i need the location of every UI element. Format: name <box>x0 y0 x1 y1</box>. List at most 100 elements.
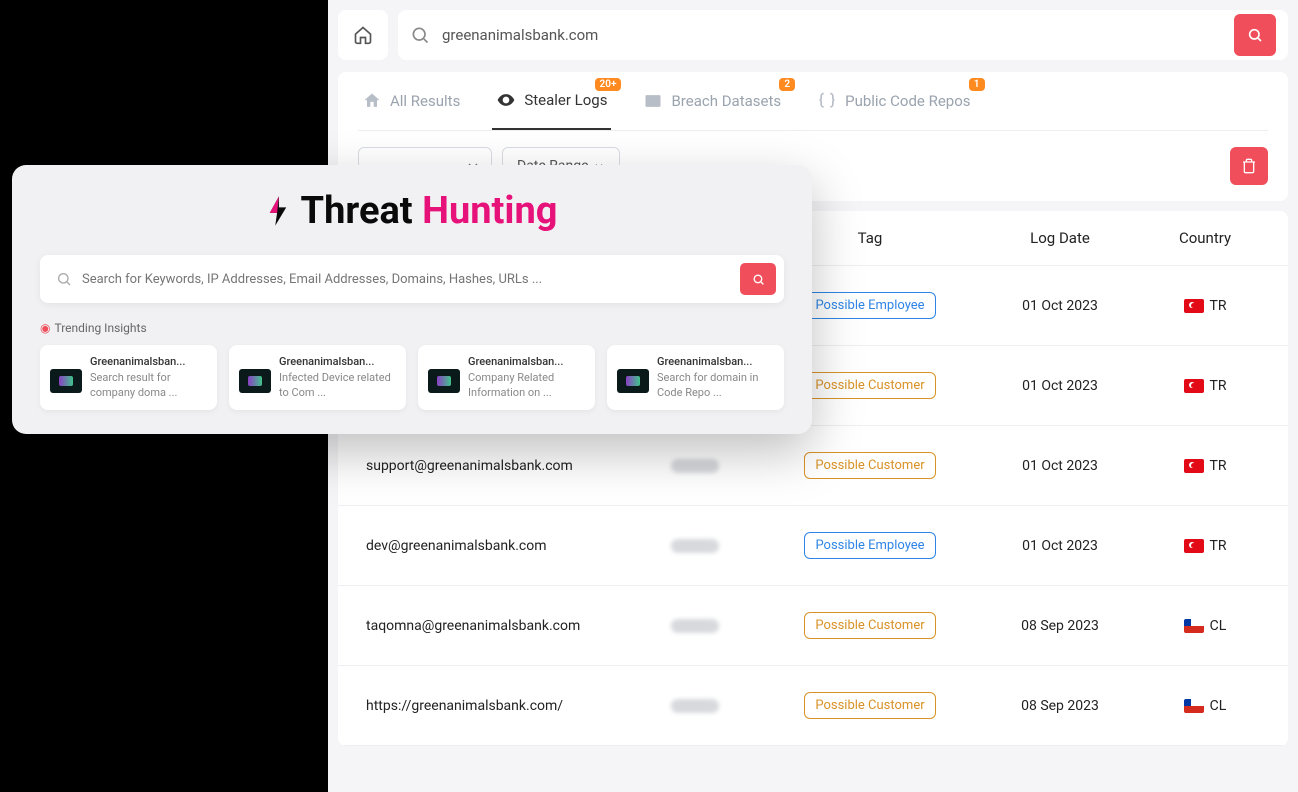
cell-redacted <box>620 699 770 713</box>
card-thumbnail <box>428 369 460 393</box>
trending-card[interactable]: Greenanimalsban... Search result for com… <box>40 345 217 410</box>
cell-identifier: taqomna@greenanimalsbank.com <box>366 618 620 634</box>
country-code: TR <box>1210 378 1227 394</box>
flag-icon <box>1184 619 1204 633</box>
card-text: Greenanimalsban... Company Related Infor… <box>468 355 585 400</box>
cell-country: TR <box>1150 538 1260 554</box>
cell-logdate: 01 Oct 2023 <box>970 298 1150 314</box>
blurred-value <box>671 699 719 713</box>
card-title: Greenanimalsban... <box>90 355 207 369</box>
tab-badge: 2 <box>779 78 795 91</box>
cell-identifier: dev@greenanimalsbank.com <box>366 538 620 554</box>
card-text: Greenanimalsban... Infected Device relat… <box>279 355 396 400</box>
trending-insights-label: ◉ Trending Insights <box>40 321 784 335</box>
card-thumbnail <box>50 369 82 393</box>
cell-logdate: 01 Oct 2023 <box>970 458 1150 474</box>
th-country: Country <box>1150 229 1260 247</box>
tag-badge: Possible Customer <box>804 692 935 719</box>
flag-icon <box>1184 379 1204 393</box>
main-search-button[interactable] <box>1234 14 1276 56</box>
overlay-search-button[interactable] <box>740 263 776 295</box>
flag-icon <box>1184 539 1204 553</box>
card-thumbnail <box>617 369 649 393</box>
tab-badge: 20+ <box>595 78 622 91</box>
blurred-value <box>671 619 719 633</box>
trending-card[interactable]: Greenanimalsban... Search for domain in … <box>607 345 784 410</box>
card-text: Greenanimalsban... Search result for com… <box>90 355 207 400</box>
country-code: TR <box>1210 298 1227 314</box>
overlay-search-bar <box>40 255 784 303</box>
country-code: CL <box>1210 618 1227 634</box>
card-title: Greenanimalsban... <box>279 355 396 369</box>
cell-tag: Possible Customer <box>770 612 970 639</box>
th-logdate: Log Date <box>970 229 1150 247</box>
cell-country: TR <box>1150 378 1260 394</box>
table-row[interactable]: taqomna@greenanimalsbank.com Possible Cu… <box>338 586 1288 666</box>
search-icon <box>410 25 430 45</box>
card-subtitle: Search for domain in Code Repo ... <box>657 371 774 400</box>
trash-icon <box>1241 158 1257 174</box>
tab-label: Stealer Logs <box>524 91 607 109</box>
title-accent: Hunting <box>422 189 557 233</box>
tab-badge: 1 <box>969 78 985 91</box>
code-icon <box>817 91 837 111</box>
overlay-title: Threat Hunting <box>40 189 784 233</box>
card-subtitle: Search result for company doma ... <box>90 371 207 400</box>
cell-tag: Possible Customer <box>770 452 970 479</box>
search-icon <box>1247 27 1263 43</box>
card-subtitle: Company Related Information on ... <box>468 371 585 400</box>
bolt-icon <box>267 196 289 226</box>
flag-icon <box>1184 459 1204 473</box>
search-icon <box>752 273 765 286</box>
cell-tag: Possible Customer <box>770 692 970 719</box>
tag-badge: Possible Customer <box>804 452 935 479</box>
blurred-value <box>671 459 719 473</box>
table-row[interactable]: https://greenanimalsbank.com/ Possible C… <box>338 666 1288 746</box>
card-thumbnail <box>239 369 271 393</box>
country-code: TR <box>1210 538 1227 554</box>
flag-icon <box>1184 299 1204 313</box>
trending-card[interactable]: Greenanimalsban... Infected Device relat… <box>229 345 406 410</box>
tab-label: All Results <box>390 92 460 110</box>
threat-hunting-overlay: Threat Hunting ◉ Trending Insights Green… <box>12 165 812 434</box>
cell-redacted <box>620 539 770 553</box>
trending-cards-row: Greenanimalsban... Search result for com… <box>40 345 784 410</box>
tab-all-results[interactable]: All Results <box>358 72 464 130</box>
tag-badge: Possible Customer <box>804 372 935 399</box>
cell-identifier: https://greenanimalsbank.com/ <box>366 698 620 714</box>
tab-public-code-repos[interactable]: Public Code Repos 1 <box>813 72 974 130</box>
eye-icon <box>496 90 516 110</box>
cell-redacted <box>620 619 770 633</box>
tab-breach-datasets[interactable]: Breach Datasets 2 <box>639 72 785 130</box>
home-button[interactable] <box>338 10 388 60</box>
play-icon: ◉ <box>40 321 50 335</box>
country-code: CL <box>1210 698 1227 714</box>
home-icon <box>353 25 373 45</box>
tabs-row: All Results Stealer Logs 20+ Breach Data… <box>358 72 1268 131</box>
table-row[interactable]: support@greenanimalsbank.com Possible Cu… <box>338 426 1288 506</box>
cell-country: CL <box>1150 618 1260 634</box>
cell-identifier: support@greenanimalsbank.com <box>366 458 620 474</box>
table-row[interactable]: dev@greenanimalsbank.com Possible Employ… <box>338 506 1288 586</box>
country-code: TR <box>1210 458 1227 474</box>
cell-country: TR <box>1150 458 1260 474</box>
top-bar <box>338 10 1288 60</box>
trending-card[interactable]: Greenanimalsban... Company Related Infor… <box>418 345 595 410</box>
clear-filters-button[interactable] <box>1230 147 1268 185</box>
home-icon <box>362 91 382 111</box>
cell-logdate: 01 Oct 2023 <box>970 538 1150 554</box>
cell-country: TR <box>1150 298 1260 314</box>
main-search-bar <box>398 10 1288 60</box>
card-subtitle: Infected Device related to Com ... <box>279 371 396 400</box>
overlay-search-input[interactable] <box>82 272 730 287</box>
card-title: Greenanimalsban... <box>468 355 585 369</box>
cell-country: CL <box>1150 698 1260 714</box>
tab-stealer-logs[interactable]: Stealer Logs 20+ <box>492 72 611 130</box>
card-title: Greenanimalsban... <box>657 355 774 369</box>
tag-badge: Possible Customer <box>804 612 935 639</box>
main-search-input[interactable] <box>442 26 1222 44</box>
cell-logdate: 08 Sep 2023 <box>970 698 1150 714</box>
card-text: Greenanimalsban... Search for domain in … <box>657 355 774 400</box>
mail-icon <box>643 91 663 111</box>
tag-badge: Possible Employee <box>804 532 935 559</box>
